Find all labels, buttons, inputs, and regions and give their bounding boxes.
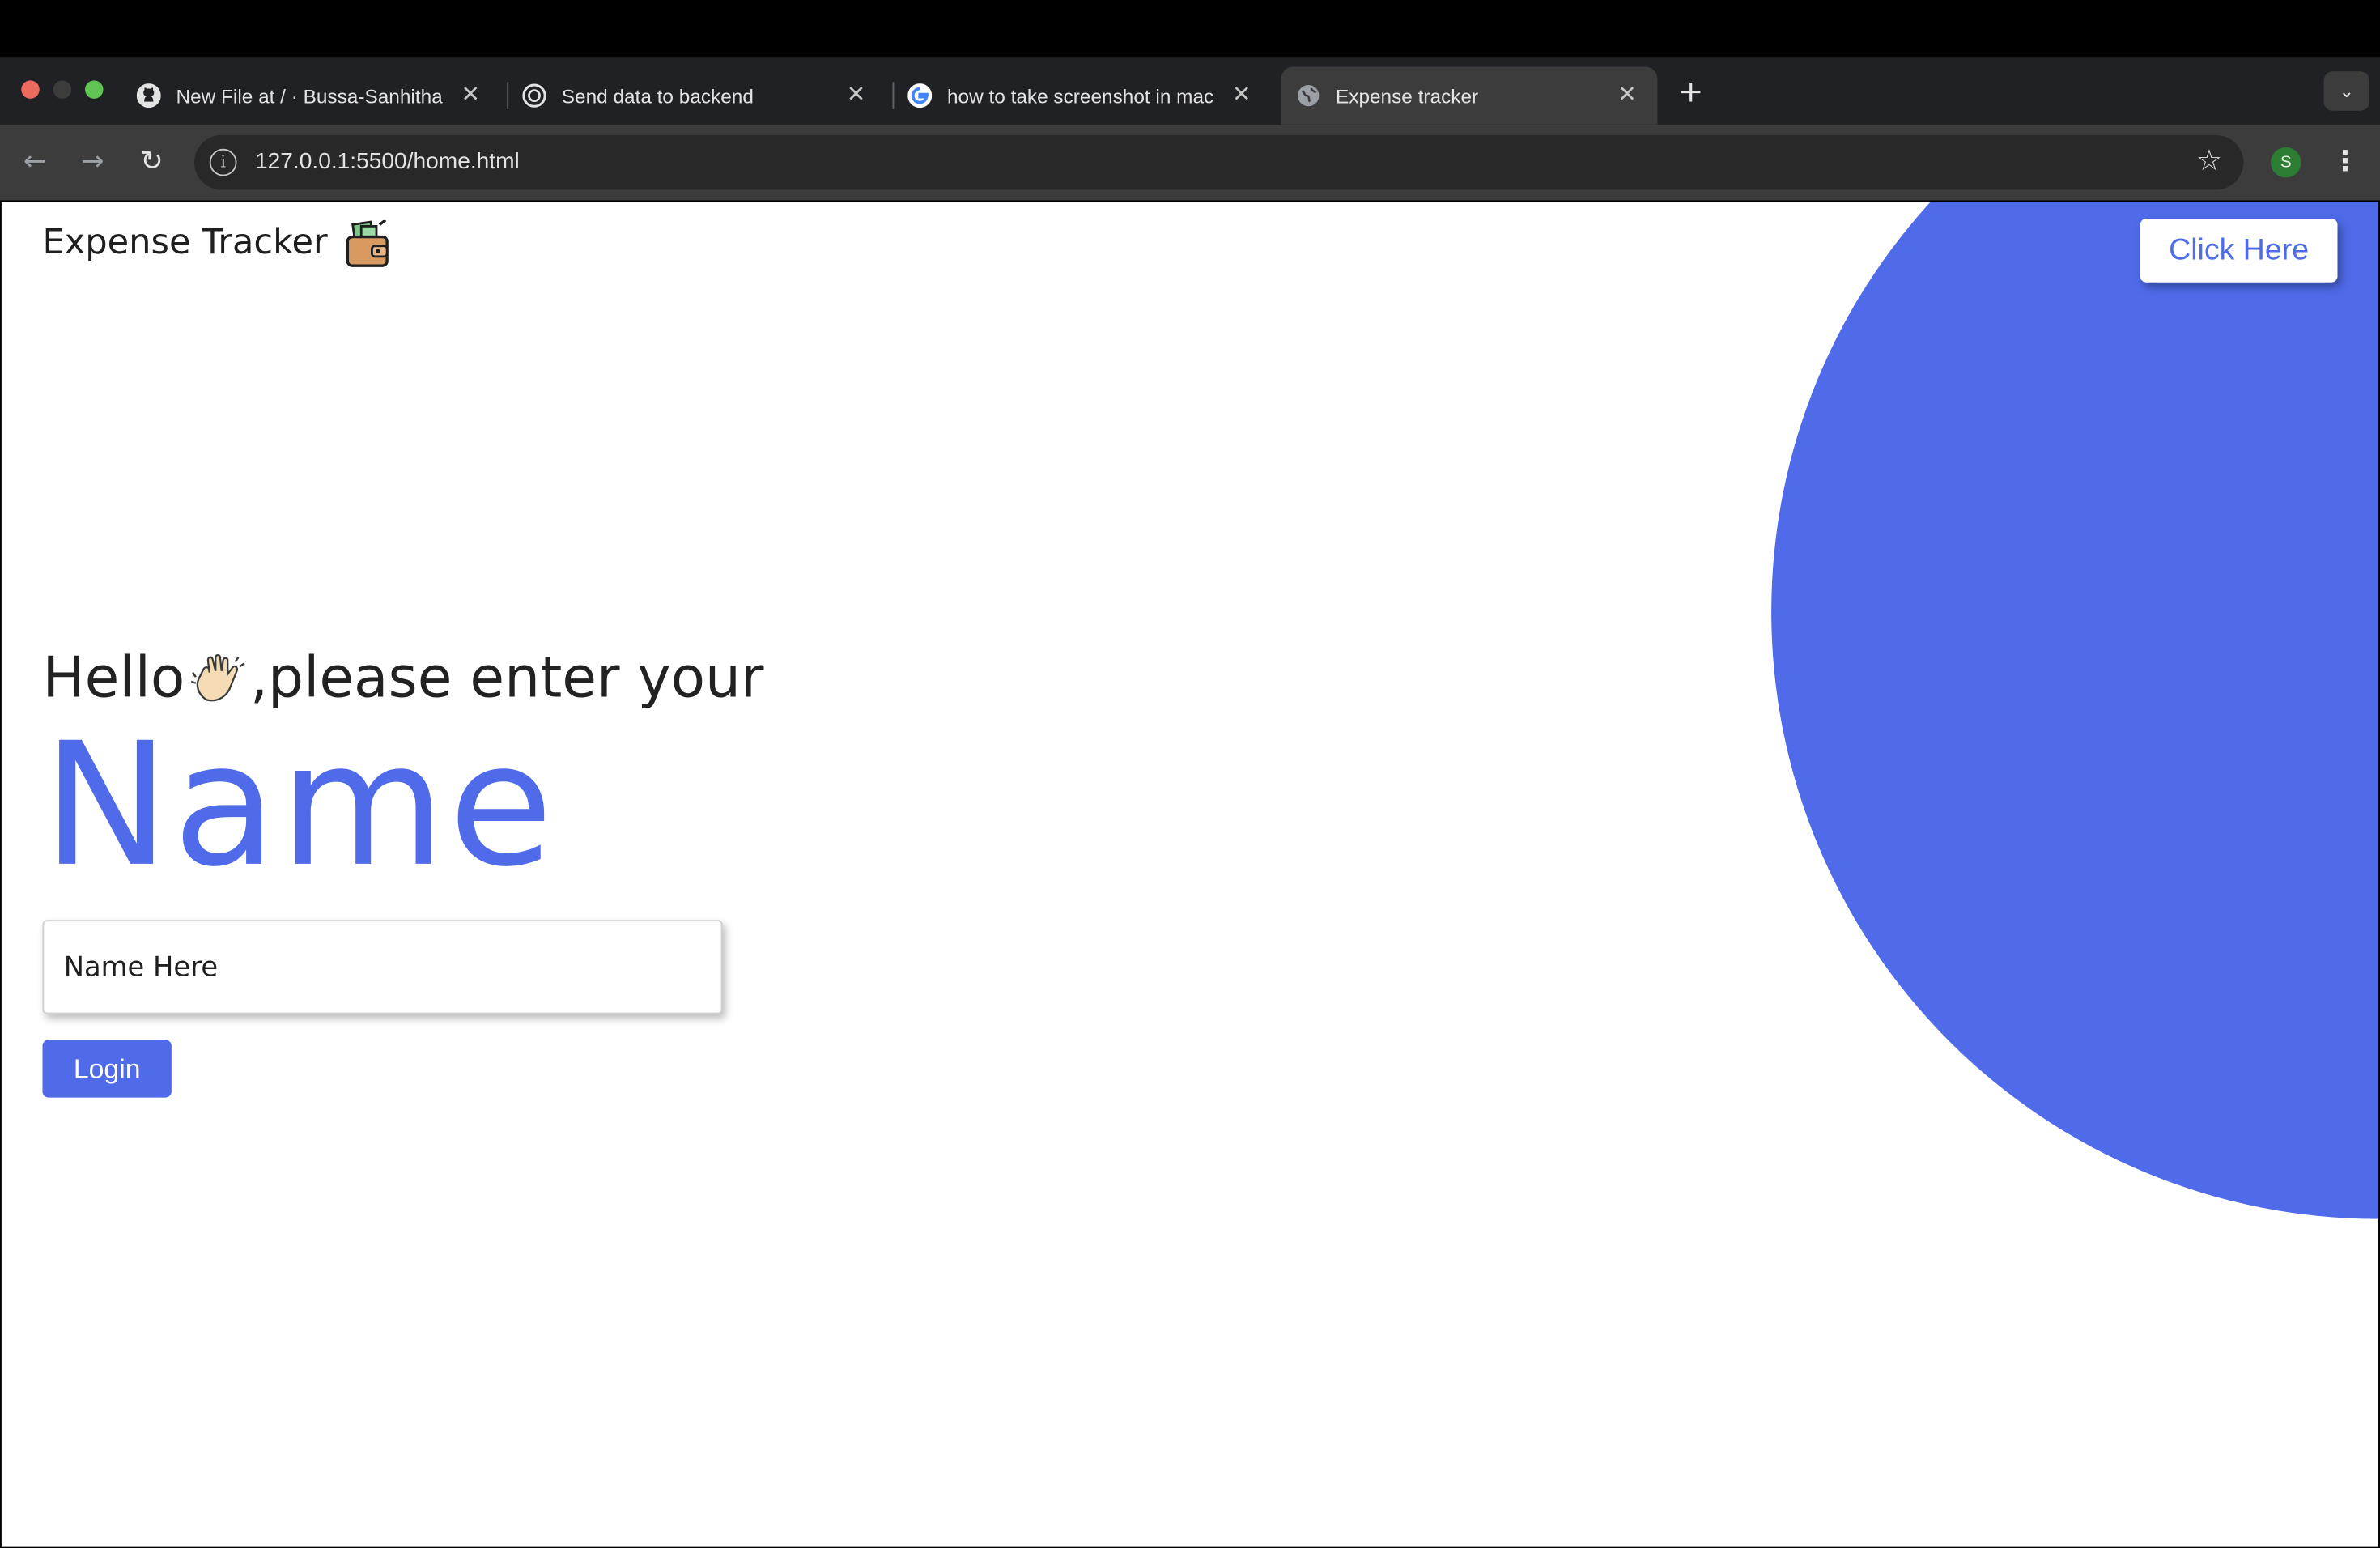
tab-title: Send data to backend <box>561 84 754 108</box>
tab-expense-tracker[interactable]: Expense tracker ✕ <box>1281 66 1658 125</box>
tab-strip: New File at / · Bussa-Sanhitha ✕ Send da… <box>0 57 2380 125</box>
profile-avatar[interactable]: S <box>2271 147 2301 178</box>
page-viewport: Expense Tracker Click Here Hello ,please… <box>1 202 2379 1547</box>
browser-toolbar: ← → ↻ i 127.0.0.1:5500/home.html ☆ S ⋮ <box>0 124 2380 201</box>
github-icon <box>136 83 161 108</box>
tab-title: New File at / · Bussa-Sanhitha <box>176 84 443 108</box>
greeting-line: Hello ,please enter your <box>43 645 764 711</box>
reload-button[interactable]: ↻ <box>132 142 172 182</box>
address-bar[interactable]: i 127.0.0.1:5500/home.html ☆ <box>194 134 2244 190</box>
arrow-right-icon: → <box>81 146 104 178</box>
chatgpt-icon <box>522 83 546 108</box>
waving-hand-icon <box>188 648 249 708</box>
chevron-down-icon: ⌄ <box>2339 80 2355 102</box>
close-tab-icon[interactable]: ✕ <box>844 83 869 108</box>
tab-title: Expense tracker <box>1336 84 1479 108</box>
close-tab-icon[interactable]: ✕ <box>1615 83 1639 108</box>
reload-icon: ↻ <box>140 146 164 178</box>
tab-google[interactable]: how to take screenshot in mac ✕ <box>893 67 1273 125</box>
decorative-circle <box>1771 202 2379 1219</box>
window-close-button[interactable] <box>21 80 40 99</box>
name-headline: Name <box>42 707 557 905</box>
brand-title: Expense Tracker <box>42 223 328 263</box>
forward-button[interactable]: → <box>73 142 113 182</box>
window-minimize-button[interactable] <box>53 80 72 99</box>
tab-search-button[interactable]: ⌄ <box>2323 71 2369 111</box>
close-tab-icon[interactable]: ✕ <box>1230 83 1254 108</box>
close-tab-icon[interactable]: ✕ <box>458 83 482 108</box>
wallet-icon <box>343 219 389 267</box>
back-button[interactable]: ← <box>15 142 55 182</box>
menu-kebab-icon[interactable]: ⋮ <box>2331 144 2359 181</box>
name-input[interactable] <box>42 920 723 1014</box>
tab-chatgpt[interactable]: Send data to backend ✕ <box>507 67 886 125</box>
google-icon <box>907 83 933 108</box>
login-button[interactable]: Login <box>42 1040 172 1098</box>
url-text[interactable]: 127.0.0.1:5500/home.html <box>255 149 520 175</box>
window-zoom-button[interactable] <box>85 80 104 99</box>
arrow-left-icon: ← <box>23 146 47 178</box>
site-info-icon[interactable]: i <box>209 148 237 176</box>
greeting-hello: Hello <box>42 644 185 711</box>
new-tab-button[interactable]: + <box>1672 74 1709 111</box>
globe-icon <box>1296 83 1320 108</box>
brand-logo: Expense Tracker <box>42 219 389 267</box>
bookmark-star-icon[interactable]: ☆ <box>2196 144 2222 177</box>
click-here-button[interactable]: Click Here <box>2140 219 2338 283</box>
greeting-rest: ,please enter your <box>249 644 764 711</box>
tab-github[interactable]: New File at / · Bussa-Sanhitha ✕ <box>121 67 501 125</box>
tab-title: how to take screenshot in mac <box>947 84 1214 108</box>
